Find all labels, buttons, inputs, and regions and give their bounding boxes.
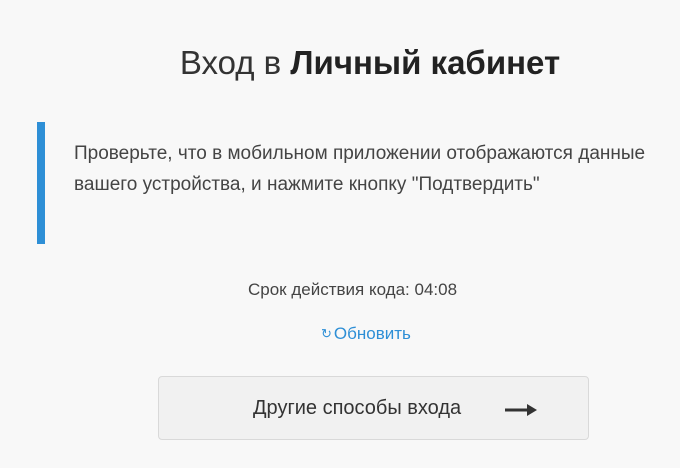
title-prefix: Вход в <box>179 44 282 81</box>
title-strong: Личный кабинет <box>290 44 561 81</box>
other-login-methods-button[interactable]: Другие способы входа <box>158 376 589 440</box>
code-expiry-timer: Срок действия кода: 04:08 <box>248 280 458 299</box>
refresh-label: Обновить <box>333 324 411 343</box>
other-login-methods-label: Другие способы входа <box>253 397 462 419</box>
notice-message: Проверьте, что в мобильном приложении от… <box>74 143 646 195</box>
refresh-icon: ↻ <box>321 326 332 341</box>
arrow-right-icon <box>505 404 537 416</box>
login-panel: Вход в Личный кабинет Проверьте, что в м… <box>0 0 680 468</box>
notice-accent-bar <box>37 122 45 244</box>
refresh-link[interactable]: ↻ Обновить <box>321 324 411 344</box>
page-title: Вход в Личный кабинет <box>0 44 696 82</box>
